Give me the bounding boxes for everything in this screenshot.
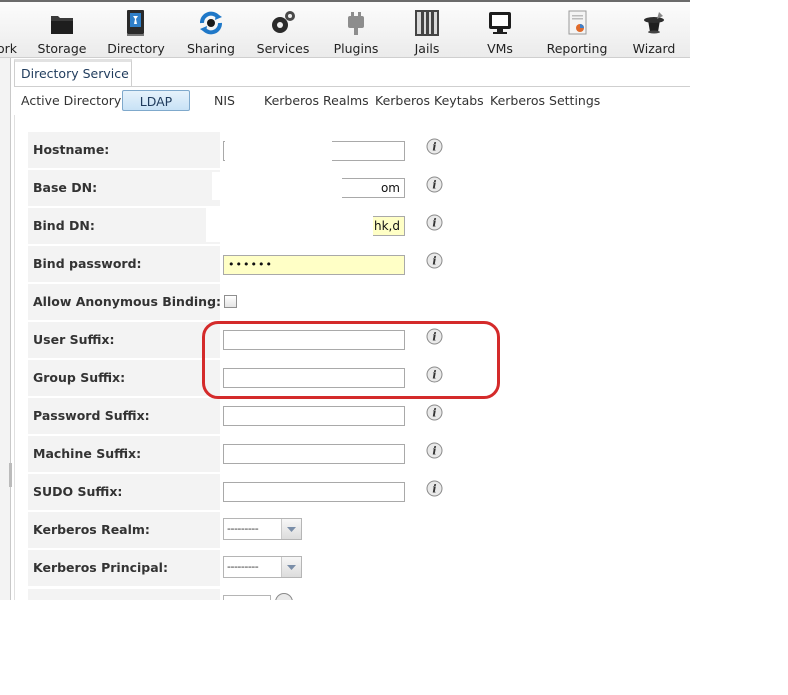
anonymous-binding-checkbox[interactable] (224, 295, 237, 308)
info-icon[interactable]: i (426, 480, 443, 497)
info-icon[interactable]: i (426, 176, 443, 193)
redaction-mask (206, 208, 373, 242)
hostname-label: Hostname: (28, 132, 220, 168)
kerberos-principal-label: Kerberos Principal: (28, 550, 220, 586)
subtab-kerberos-keytabs[interactable]: Kerberos Keytabs (375, 90, 484, 111)
toolbar-services-label: Services (256, 41, 310, 56)
panel-resize-handle[interactable] (9, 463, 12, 487)
toolbar-storage-label: Storage (37, 41, 87, 56)
left-navigation-panel (0, 58, 11, 600)
kerberos-realm-value: --------- (227, 522, 259, 535)
vms-icon (489, 12, 511, 34)
toolbar-jails-label: Jails (414, 41, 440, 56)
toolbar-wizard-label: Wizard (632, 41, 676, 56)
redaction-mask (225, 140, 332, 162)
toolbar-sharing[interactable]: Sharing (183, 6, 239, 56)
info-icon[interactable]: i (426, 252, 443, 269)
toolbar-reporting[interactable]: Reporting (543, 6, 611, 56)
info-icon[interactable]: i (426, 442, 443, 459)
subtab-nis[interactable]: NIS (214, 90, 235, 111)
kerberos-realm-label: Kerberos Realm: (28, 512, 220, 548)
svg-text:i: i (432, 217, 436, 230)
toolbar-plugins-label: Plugins (333, 41, 379, 56)
sudo-suffix-label: SUDO Suffix: (28, 474, 220, 510)
toolbar-network[interactable]: ork (0, 6, 24, 56)
wizard-icon (644, 12, 664, 34)
toolbar-vms-label: VMs (487, 41, 513, 56)
svg-text:i: i (432, 483, 436, 496)
kerberos-principal-select[interactable]: --------- (223, 556, 302, 578)
toolbar-services[interactable]: Services (255, 6, 311, 56)
user-suffix-label: User Suffix: (28, 322, 220, 358)
reporting-icon (568, 10, 587, 35)
info-icon[interactable]: i (426, 404, 443, 421)
machine-suffix-input[interactable] (223, 444, 405, 464)
svg-text:i: i (432, 141, 436, 154)
toolbar-storage[interactable]: Storage (34, 6, 90, 56)
tab-directory-service[interactable]: Directory Service (14, 59, 132, 86)
subtab-ldap[interactable]: LDAP (122, 90, 190, 111)
group-suffix-label: Group Suffix: (28, 360, 220, 396)
main-toolbar: ork Storage Directory Sharing Services P… (0, 0, 690, 58)
toolbar-reporting-label: Reporting (546, 41, 608, 56)
svg-text:i: i (432, 407, 436, 420)
redaction-mask (212, 172, 342, 200)
sudo-suffix-input[interactable] (223, 482, 405, 502)
subtab-kerberos-realms[interactable]: Kerberos Realms (264, 90, 369, 111)
app-window: ork Storage Directory Sharing Services P… (0, 0, 690, 600)
subtab-kerberos-settings[interactable]: Kerberos Settings (490, 90, 600, 111)
toolbar-top-border (0, 0, 690, 2)
bind-password-label: Bind password: (28, 246, 220, 282)
toolbar-vms[interactable]: VMs (476, 6, 524, 56)
machine-suffix-label: Machine Suffix: (28, 436, 220, 472)
directory-subtabs: Active Directory LDAP NIS Kerberos Realm… (14, 86, 690, 116)
svg-text:i: i (432, 179, 436, 192)
toolbar-network-label: ork (0, 41, 18, 56)
bind-dn-label: Bind DN: (28, 208, 220, 244)
toolbar-wizard[interactable]: Wizard (626, 6, 682, 56)
password-suffix-label: Password Suffix: (28, 398, 220, 434)
svg-text:i: i (432, 445, 436, 458)
jails-icon (415, 10, 439, 36)
directory-icon (127, 10, 144, 36)
toolbar-directory[interactable]: Directory (104, 6, 168, 56)
base-dn-label: Base DN: (28, 170, 220, 206)
kerberos-principal-value: --------- (227, 560, 259, 573)
svg-text:i: i (432, 255, 436, 268)
subtab-active-directory[interactable]: Active Directory (21, 90, 121, 111)
kerberos-realm-select[interactable]: --------- (223, 518, 302, 540)
network-icon (0, 8, 22, 38)
info-icon[interactable]: i (426, 214, 443, 231)
red-highlight-annotation (202, 321, 500, 399)
anonymous-binding-label: Allow Anonymous Binding: (28, 284, 221, 320)
bind-password-input[interactable]: •••••• (223, 255, 405, 275)
toolbar-jails[interactable]: Jails (404, 6, 450, 56)
next-row-label (28, 589, 220, 600)
chevron-down-icon[interactable] (281, 557, 301, 577)
info-icon[interactable]: i (426, 138, 443, 155)
toolbar-sharing-label: Sharing (187, 41, 235, 56)
plugins-icon (348, 12, 364, 35)
services-icon (272, 11, 295, 33)
chevron-down-icon[interactable] (281, 519, 301, 539)
sharing-icon (200, 11, 222, 35)
password-suffix-input[interactable] (223, 406, 405, 426)
next-row-select[interactable] (223, 595, 271, 600)
toolbar-directory-label: Directory (107, 41, 165, 56)
storage-icon (51, 16, 73, 34)
toolbar-plugins[interactable]: Plugins (329, 6, 383, 56)
